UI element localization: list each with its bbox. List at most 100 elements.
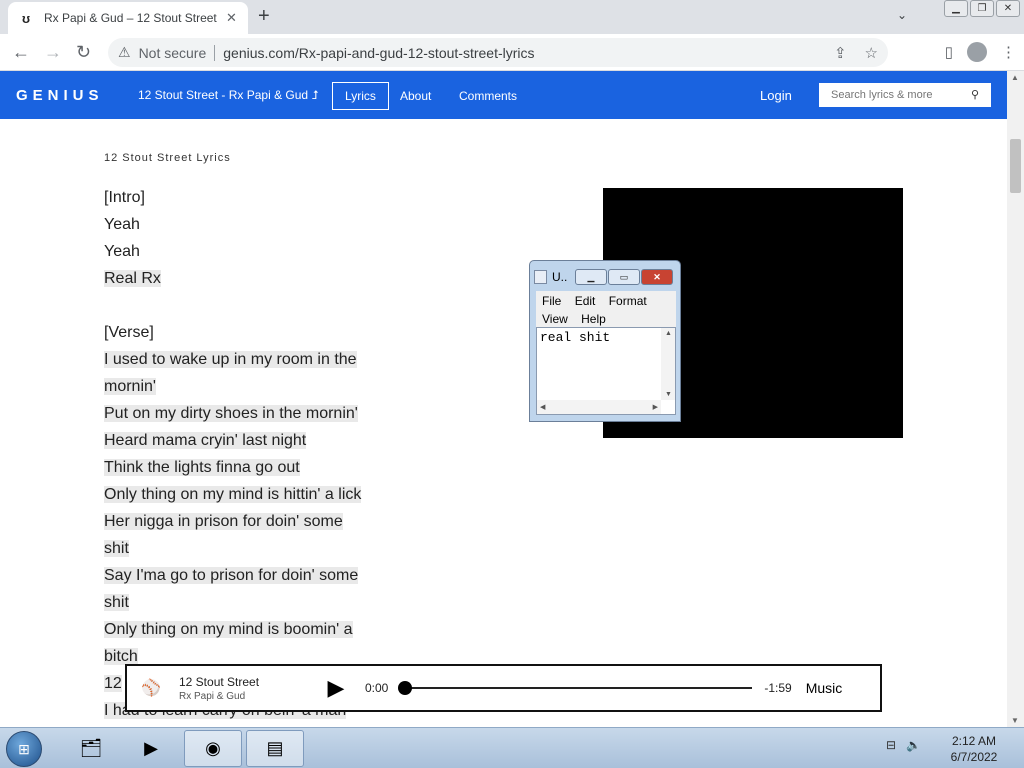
login-link[interactable]: Login [760,88,792,103]
clock[interactable]: 2:12 AM 6/7/2022 [944,733,1004,765]
notepad-vscroll[interactable]: ▲ ▼ [661,328,675,400]
lyric-line: Yeah [104,238,404,265]
menu-edit[interactable]: Edit [575,292,596,310]
reload-icon[interactable]: ↻ [76,42,91,62]
tab-search-icon[interactable]: ⌄ [897,8,907,22]
close-icon[interactable]: ✕ [996,0,1020,17]
lyric-line[interactable]: Think the lights finna go out [104,454,404,481]
lyric-line[interactable]: Heard mama cryin' last night [104,427,404,454]
scroll-thumb[interactable] [1010,139,1021,193]
lyric-text: Only thing on my mind is hittin' a lick [104,486,362,503]
lyric-line[interactable]: shit [104,535,404,562]
search-box: ⚲ [819,83,991,107]
notepad-window-buttons: ▁ ▭ ✕ [575,269,674,285]
chrome-icon[interactable]: ◉ [184,730,242,767]
forward-icon[interactable]: → [44,42,62,62]
lyric-text: Yeah [104,216,140,233]
system-tray: ⊟ 🔈 [886,738,921,752]
progress-bar[interactable] [398,681,753,695]
lyric-line[interactable]: shit [104,589,404,616]
notepad-hscroll[interactable]: ◀ ▶ [537,400,661,414]
security-label[interactable]: Not secure [139,45,207,61]
lyric-line[interactable]: Her nigga in prison for doin' some [104,508,404,535]
lyrics-body: [Intro] Yeah Yeah Real Rx [Verse] I used to w… [104,184,404,724]
tab-lyrics[interactable]: Lyrics [332,82,389,110]
lyric-text: [Intro] [104,189,145,206]
close-icon[interactable]: ✕ [641,269,673,285]
tab-about[interactable]: About [388,82,443,110]
address-bar[interactable]: ⚠ Not secure genius.com/Rx-papi-and-gud-… [108,38,888,67]
new-tab-button[interactable]: + [258,6,270,26]
lyric-text: 12 [104,675,122,692]
track-title: 12 Stout Street [179,674,260,689]
lyric-line[interactable]: Only thing on my mind is hittin' a lick [104,481,404,508]
lyric-text: Only thing on my mind is boomin' a [104,621,353,638]
progress-knob[interactable] [398,681,413,695]
scroll-down-icon[interactable]: ▼ [1011,716,1019,725]
notepad-text[interactable]: real shit [540,330,610,345]
search-input[interactable] [831,89,961,101]
clock-date: 6/7/2022 [950,750,998,764]
notepad-editor[interactable]: real shit ▲ ▼ ◀ ▶ [536,327,676,415]
tab-comments[interactable]: Comments [447,82,529,110]
menu-format[interactable]: Format [609,292,647,310]
notepad-icon [534,270,547,284]
notepad-title: U.. [552,270,568,284]
track-artist: Rx Papi & Gud [179,690,246,702]
media-player-icon[interactable]: ▶ [122,730,180,767]
menu-view[interactable]: View [542,310,568,328]
star-icon[interactable]: ☆ [865,44,878,62]
scroll-up-icon[interactable]: ▲ [1011,73,1019,82]
network-icon[interactable]: ⊟ [886,738,896,752]
page-viewport: GENIUS 12 Stout Street - Rx Papi & Gud ⮥… [0,71,1007,727]
scroll-up-icon[interactable]: ▲ [665,330,672,337]
warning-icon[interactable]: ⚠ [118,44,131,61]
start-button[interactable]: ⊞ [6,731,42,767]
back-icon[interactable]: ← [12,42,30,62]
page-scrollbar[interactable]: ▲ ▼ [1007,71,1024,727]
minimize-icon[interactable]: ▁ [944,0,968,17]
address-divider [214,44,216,61]
lyric-text: [Verse] [104,324,154,341]
share-icon[interactable]: ⇪ [834,44,847,62]
lyric-line[interactable]: Say I'ma go to prison for doin' some [104,562,404,589]
lyric-text: I used to wake up in my room in the [104,351,357,368]
lyric-line[interactable]: mornin' [104,373,404,400]
lyric-line: [Intro] [104,184,404,211]
lyric-line[interactable]: Only thing on my mind is boomin' a [104,616,404,643]
track-meta: 12 Stout Street Rx Papi & Gud [179,675,319,702]
menu-file[interactable]: File [542,292,561,310]
genius-header: GENIUS 12 Stout Street - Rx Papi & Gud ⮥… [0,71,1007,119]
toolbar-actions: ▯ ⋮ [945,42,1016,62]
menu-icon[interactable]: ⋮ [1001,43,1016,61]
time-elapsed: 0:00 [365,681,389,695]
explorer-icon[interactable]: 🗂 [62,730,120,767]
genius-favicon-icon: ʊ [21,10,31,26]
browser-tab[interactable]: ʊ Rx Papi & Gud – 12 Stout Street L ✕ [8,2,248,34]
url-text[interactable]: genius.com/Rx-papi-and-gud-12-stout-stre… [223,45,534,61]
lyric-line[interactable]: I used to wake up in my room in the [104,346,404,373]
restore-icon[interactable]: ❐ [970,0,994,17]
apple-music-brand[interactable]: Music [806,680,843,696]
sidepanel-icon[interactable]: ▯ [945,43,953,61]
play-icon[interactable]: ▶ [327,675,345,700]
lyrics-heading: 12 Stout Street Lyrics [104,152,231,164]
menu-help[interactable]: Help [581,310,606,328]
lyric-text: mornin' [104,378,156,395]
minimize-icon[interactable]: ▁ [575,269,607,285]
notepad-titlebar[interactable]: U.. [534,265,567,289]
scroll-down-icon[interactable]: ▼ [665,391,672,398]
lyric-line[interactable]: Real Rx [104,265,404,292]
scroll-right-icon[interactable]: ▶ [653,403,658,411]
volume-icon[interactable]: 🔈 [906,738,921,752]
maximize-icon[interactable]: ▭ [608,269,640,285]
scroll-left-icon[interactable]: ◀ [540,403,545,411]
profile-icon[interactable] [967,42,987,62]
notepad-icon[interactable]: ▤ [246,730,304,767]
genius-logo[interactable]: GENIUS [16,87,104,104]
tab-close-icon[interactable]: ✕ [226,10,237,26]
search-icon[interactable]: ⚲ [971,88,979,101]
song-link[interactable]: 12 Stout Street - Rx Papi & Gud ⮥ [138,88,319,103]
lyric-line[interactable]: Put on my dirty shoes in the mornin' [104,400,404,427]
lyric-text: Put on my dirty shoes in the mornin' [104,405,358,422]
